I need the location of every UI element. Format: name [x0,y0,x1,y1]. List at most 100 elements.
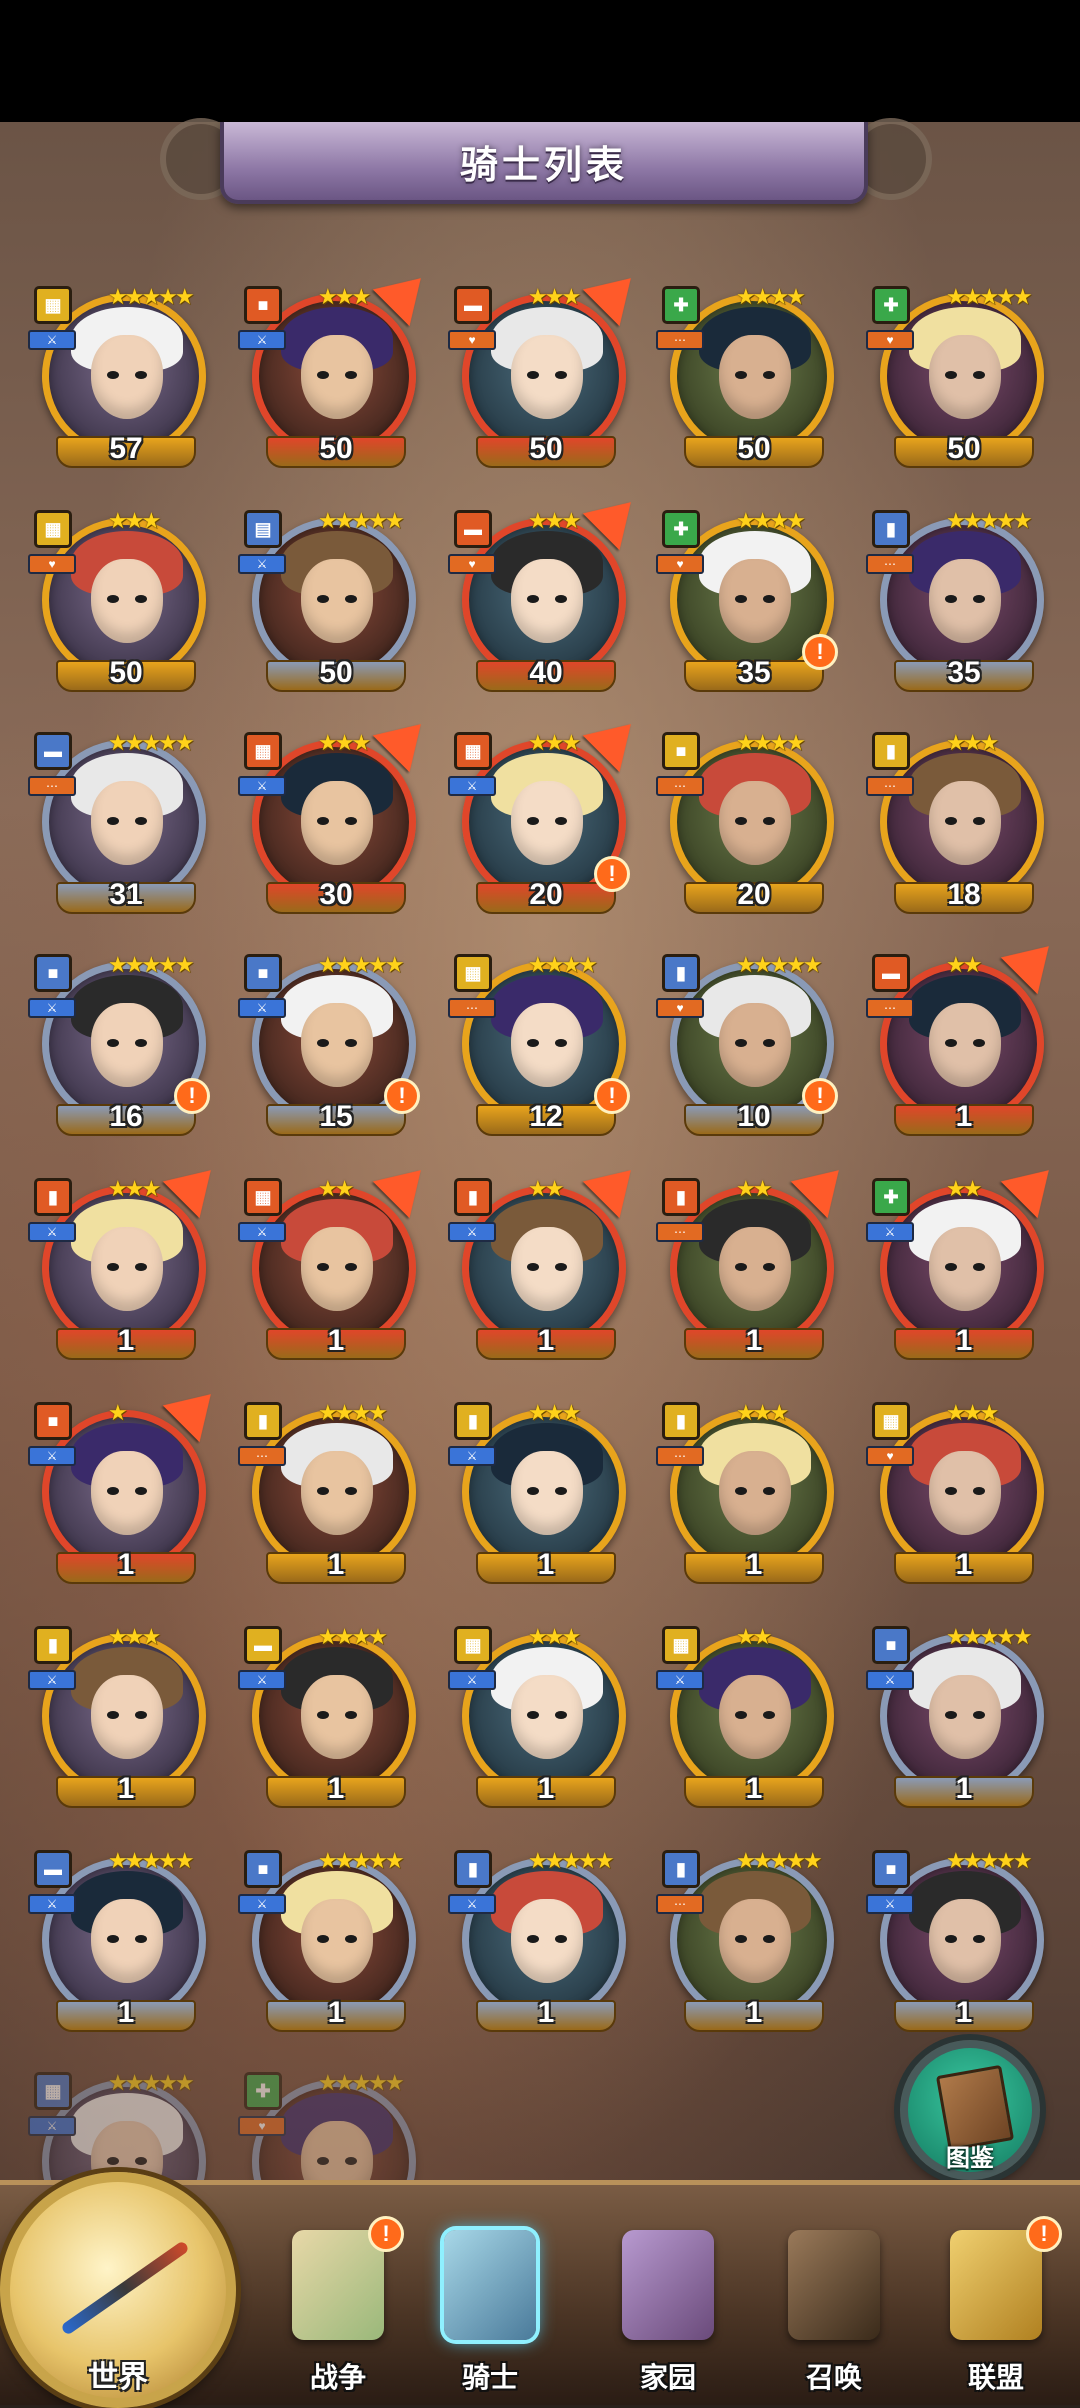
eye-shape [107,371,119,379]
knight-level: 1 [745,1548,763,1581]
nav-war[interactable]: ! 战争 [278,2216,404,2400]
knight-card[interactable]: 18 ★★★ ▮ ⋯ [866,730,1046,932]
knight-card[interactable]: 16 ★★★★★ ■ ⚔ ! [28,952,210,1154]
knight-card[interactable]: 1 ★★★★ ▬ ⚔ [238,1624,418,1826]
knight-level: 50 [319,432,353,465]
knight-card[interactable]: 10 ★★★★★ ▮ ♥ ! [656,952,838,1154]
class-icon: ⚔ [866,1222,914,1242]
eye-shape [345,595,357,603]
knight-card[interactable]: 50 ★★★ ▦ ♥ [28,508,208,710]
knight-card[interactable]: 1 ★★ ✚ ⚔ [866,1151,1068,1378]
role-icon: ▮ [454,1178,492,1216]
knight-card[interactable]: 50 ★★★★★ ▤ ⚔ [238,508,418,710]
knight-card[interactable]: 1 ★★★★★ ■ ⚔ [866,1624,1046,1826]
eye-shape [317,1039,329,1047]
knight-card[interactable]: 50 ★★★★ ✚ ⋯ [656,284,836,486]
knight-level: 1 [745,1772,763,1805]
knight-card[interactable]: 1 ★★★★★ ▬ ⚔ [28,1848,208,2050]
knight-card[interactable]: 40 ★★★ ▬ ♥ [448,483,650,710]
knight-card[interactable]: 1 ★★★ ▮ ⚔ [28,1151,230,1378]
nav-home[interactable]: 家园 [608,2230,728,2400]
knight-card[interactable]: 1 ★★★★★ ▮ ⚔ [448,1848,628,2050]
face-shape [929,781,1001,865]
eye-shape [555,1039,567,1047]
eye-shape [735,1263,747,1271]
knight-card[interactable]: 1 ★★ ▮ ⚔ [448,1151,650,1378]
eye-shape [345,1263,357,1271]
eye-shape [763,1935,775,1943]
knight-card[interactable]: 30 ★★★ ▦ ⚔ [238,705,440,932]
face-shape [719,1899,791,1983]
codex-button[interactable]: 图鉴 [900,2040,1040,2180]
eye-shape [135,817,147,825]
knight-card[interactable]: 50 ★★★ ■ ⚔ [238,259,440,486]
world-label: 世界 [88,2361,148,2394]
eye-shape [555,1935,567,1943]
knight-card[interactable]: 12 ★★★★ ▦ ⋯ ! [448,952,630,1154]
knight-card[interactable]: 1 ★★ ▦ ⚔ [656,1624,836,1826]
knight-card[interactable]: 1 ★★★ ▮ ⚔ [28,1624,208,1826]
knight-card[interactable]: 1 ★★ ▬ ⋯ [866,927,1068,1154]
eye-shape [107,1487,119,1495]
eye-shape [973,595,985,603]
knight-card[interactable]: 35 ★★★★ ✚ ♥ ! [656,508,838,710]
nav-alliance-label: 联盟 [967,2362,1024,2393]
class-icon: ⋯ [238,1446,286,1466]
eye-shape [735,1935,747,1943]
face-shape [929,559,1001,643]
knight-card[interactable]: 50 ★★★★★ ✚ ♥ [866,284,1046,486]
nav-alliance[interactable]: ! 联盟 [936,2216,1062,2400]
role-icon: ■ [34,954,72,992]
knight-card[interactable]: 50 ★★★ ▬ ♥ [448,259,650,486]
face-shape [301,781,373,865]
star-rating: ★★ [736,1176,772,1201]
class-icon: ⚔ [448,1670,496,1690]
eye-shape [527,595,539,603]
world-button[interactable]: 世界 [0,2172,236,2408]
nav-knights[interactable]: 骑士 [430,2230,550,2400]
knight-card[interactable]: 35 ★★★★★ ▮ ⋯ [866,508,1046,710]
knight-card[interactable]: 57 ★★★★★ ▦ ⚔ [28,284,208,486]
knight-card[interactable]: 1 ★★ ▮ ⋯ [656,1151,858,1378]
knight-card[interactable]: 20 ★★★ ▦ ⚔ ! [448,705,650,932]
knight-card[interactable]: 1 ★★★ ▮ ⋯ [656,1400,836,1602]
face-shape [301,1451,373,1535]
knight-card[interactable]: 1 ★★★★★ ■ ⚔ [866,1848,1046,2050]
role-icon: ✚ [662,510,700,548]
face-shape [301,1227,373,1311]
knight-card[interactable]: 1 ★★★★ ▮ ⋯ [238,1400,418,1602]
star-rating: ★★★★★ [108,730,195,755]
compass-icon [60,2240,190,2336]
knight-card[interactable]: 1 ★★★ ▦ ⚔ [448,1624,628,1826]
eye-shape [763,595,775,603]
eye-shape [735,595,747,603]
eye-shape [107,2157,119,2165]
eye-shape [735,1039,747,1047]
knight-card[interactable]: 1 ★ ■ ⚔ [28,1375,230,1602]
class-icon: ⚔ [28,330,76,350]
knight-card[interactable]: 1 ★★ ▦ ⚔ [238,1151,440,1378]
map-icon [292,2230,384,2340]
knight-card[interactable]: 1 ★★★★★ ■ ⚔ [238,1848,418,2050]
eye-shape [345,1711,357,1719]
class-icon: ⚔ [28,2116,76,2136]
class-icon: ⋯ [656,1894,704,1914]
knight-card[interactable]: 31 ★★★★★ ▬ ⋯ [28,730,208,932]
class-icon: ⚔ [656,1670,704,1690]
knight-card[interactable]: 15 ★★★★★ ■ ⚔ ! [238,952,420,1154]
knight-card[interactable]: 1 ★★★★★ ▮ ⋯ [656,1848,836,2050]
star-rating: ★★★★ [736,508,806,533]
class-icon: ♥ [656,554,704,574]
class-icon: ⋯ [656,330,704,350]
knight-level: 50 [947,432,981,465]
knight-level: 1 [117,1548,135,1581]
knight-card[interactable]: 1 ★★★ ▮ ⚔ [448,1400,628,1602]
knight-card[interactable]: 1 ★★★ ▦ ♥ [866,1400,1046,1602]
knight-card[interactable]: 20 ★★★★ ■ ⋯ [656,730,836,932]
role-icon: ▮ [662,1850,700,1888]
nav-summon[interactable]: 召唤 [774,2230,894,2400]
knight-level: 1 [955,1100,973,1133]
role-icon: ■ [34,1402,72,1440]
knight-level: 40 [529,656,563,689]
eye-shape [973,371,985,379]
